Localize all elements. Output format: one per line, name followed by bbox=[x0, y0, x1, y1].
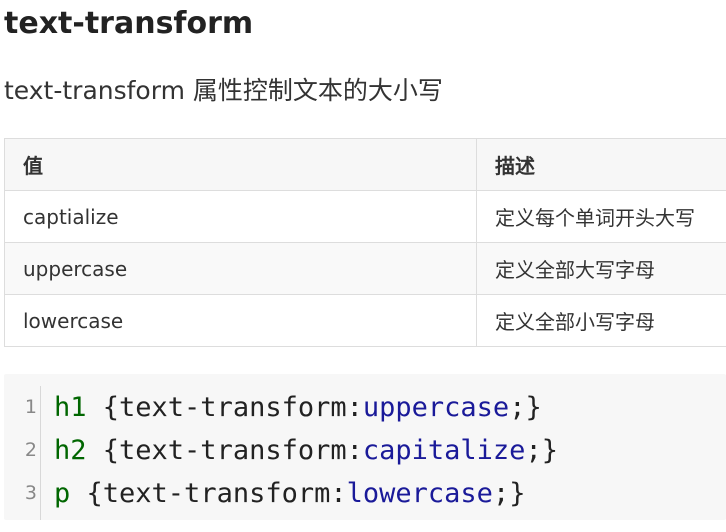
table-cell-value: captialize bbox=[4, 190, 477, 243]
code-selector: h1 bbox=[54, 392, 87, 423]
table-cell-description: 定义每个单词开头大写 bbox=[476, 190, 726, 243]
line-number: 2 bbox=[24, 439, 37, 461]
code-brace-open: { bbox=[86, 392, 120, 423]
code-lines: h1 {text-transform:uppercase;} h2 {text-… bbox=[54, 386, 558, 515]
code-selector: p bbox=[54, 478, 71, 509]
code-brace-close: ;} bbox=[492, 478, 526, 509]
code-brace-close: ;} bbox=[525, 435, 558, 466]
column-header-description: 描述 bbox=[476, 138, 726, 191]
table-row: lowercase 定义全部小写字母 bbox=[4, 294, 726, 347]
table-cell-description: 定义全部大写字母 bbox=[476, 242, 726, 295]
page: text-transform text-transform 属性控制文本的大小写… bbox=[0, 0, 726, 532]
table-cell-value: lowercase bbox=[4, 294, 477, 347]
line-number-gutter: 1 2 3 bbox=[4, 386, 41, 520]
code-value: capitalize bbox=[362, 435, 526, 466]
table-row: uppercase 定义全部大写字母 bbox=[4, 242, 726, 295]
table-cell-description: 定义全部小写字母 bbox=[476, 294, 726, 347]
code-property: text-transform: bbox=[119, 435, 363, 466]
table-cell-value: uppercase bbox=[4, 242, 477, 295]
page-title: text-transform bbox=[4, 6, 254, 41]
code-line: h2 {text-transform:capitalize;} bbox=[54, 429, 558, 472]
code-value: lowercase bbox=[346, 478, 493, 509]
column-header-value: 值 bbox=[4, 138, 477, 191]
code-value: uppercase bbox=[362, 392, 510, 423]
table-header-row: 值 描述 bbox=[4, 138, 726, 191]
code-line: h1 {text-transform:uppercase;} bbox=[54, 386, 558, 429]
code-selector: h2 bbox=[54, 435, 87, 466]
description-text: text-transform 属性控制文本的大小写 bbox=[4, 76, 443, 105]
code-line: p {text-transform:lowercase;} bbox=[54, 472, 558, 515]
line-number: 1 bbox=[24, 396, 37, 418]
values-table-container: 值 描述 captialize 定义每个单词开头大写 uppercase 定义全… bbox=[4, 138, 726, 349]
line-number: 3 bbox=[24, 482, 37, 504]
code-brace-open: { bbox=[86, 435, 120, 466]
code-property: text-transform: bbox=[119, 392, 363, 423]
code-block[interactable]: 1 2 3 h1 {text-transform:uppercase;} h2 … bbox=[4, 374, 726, 520]
code-property: text-transform: bbox=[102, 478, 347, 509]
table-row: captialize 定义每个单词开头大写 bbox=[4, 190, 726, 243]
code-brace-open: { bbox=[70, 478, 103, 509]
code-brace-close: ;} bbox=[509, 392, 542, 423]
values-table: 值 描述 captialize 定义每个单词开头大写 uppercase 定义全… bbox=[4, 138, 726, 347]
